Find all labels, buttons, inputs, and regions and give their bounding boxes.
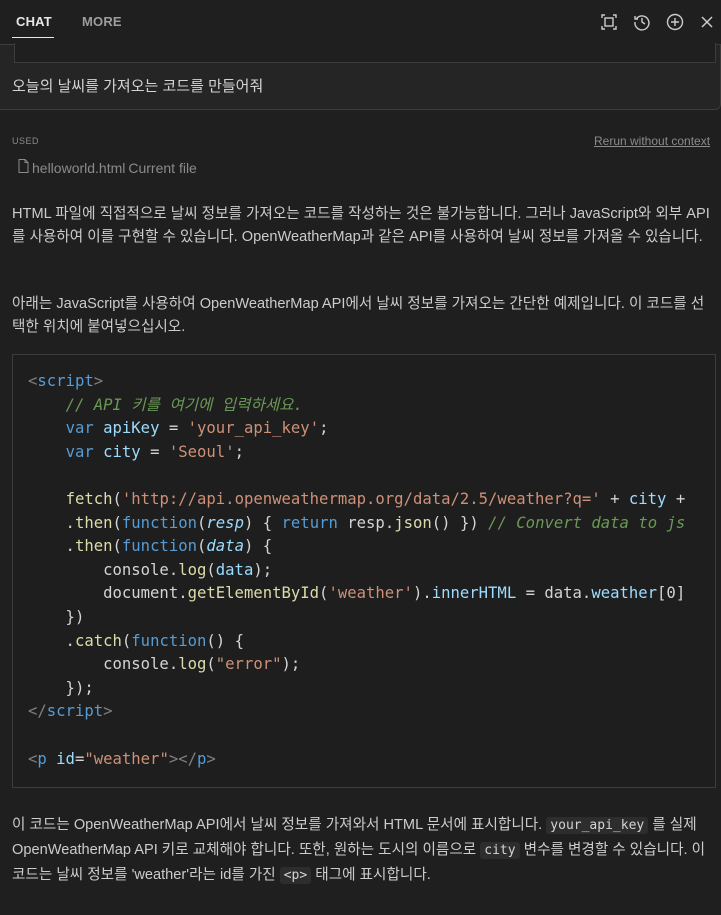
code-comment: // API 키를 여기에 입력하세요. [65, 395, 303, 414]
maximize-icon[interactable] [598, 11, 620, 33]
inline-code-p-tag: <p> [279, 867, 312, 884]
rerun-without-context-link[interactable]: Rerun without context [594, 134, 710, 148]
para3-text-a: 이 코드는 OpenWeatherMap API에서 날씨 정보를 가져와서 H… [12, 817, 543, 833]
para3-text-d: 태그에 표시합니다. [315, 867, 431, 883]
panel-header: CHAT MORE [0, 0, 721, 44]
code-error-string: "error" [215, 655, 282, 674]
answer-paragraph-2: 아래는 JavaScript를 사용하여 OpenWeatherMap API에… [12, 296, 705, 335]
file-note: Current file [128, 159, 197, 176]
code-p-id: "weather" [84, 749, 169, 768]
prompt-input-remnant [14, 43, 716, 63]
code-convert-comment: // Convert data to js [488, 513, 686, 532]
active-tab-indicator [12, 37, 54, 38]
tab-more[interactable]: MORE [82, 14, 122, 29]
file-name: helloworld.html [32, 159, 126, 176]
close-icon[interactable] [696, 11, 718, 33]
inline-code-api-key: your_api_key [546, 817, 649, 834]
code-element-id: 'weather' [328, 584, 413, 603]
tab-chat[interactable]: CHAT [16, 14, 52, 29]
file-icon [18, 159, 29, 176]
add-icon[interactable] [664, 11, 686, 33]
answer-paragraph-3: 이 코드는 OpenWeatherMap API에서 날씨 정보를 가져와서 H… [12, 813, 712, 888]
user-prompt-card: 오늘의 날씨를 가져오는 코드를 만들어줘 [0, 43, 721, 110]
inline-code-city: city [480, 842, 520, 859]
code-api-key: 'your_api_key' [187, 419, 320, 438]
code-block[interactable]: <script> // API 키를 여기에 입력하세요. var apiKey… [12, 354, 716, 788]
context-file-reference[interactable]: helloworld.html Current file [18, 159, 197, 176]
answer-paragraph-1: HTML 파일에 직접적으로 날씨 정보를 가져오는 코드를 작성하는 것은 불… [12, 206, 710, 245]
history-icon[interactable] [631, 11, 653, 33]
user-prompt-text: 오늘의 날씨를 가져오는 코드를 만들어줘 [12, 78, 264, 95]
code-url: 'http://api.openweathermap.org/data/2.5/… [121, 489, 601, 508]
used-context-label: USED [12, 136, 40, 146]
code-content: <script> // API 키를 여기에 입력하세요. var apiKey… [28, 372, 686, 768]
code-city: 'Seoul' [168, 442, 235, 461]
